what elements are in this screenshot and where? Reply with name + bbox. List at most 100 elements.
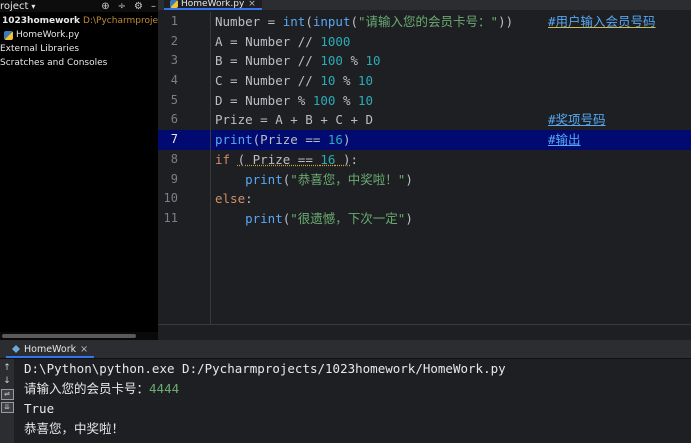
number-literal: 100 — [312, 92, 336, 108]
project-dropdown-icon[interactable]: ▾ — [31, 2, 35, 11]
comment: #用户输入会员号码 — [548, 14, 656, 29]
code-text: Prize = A + B + C + D — [215, 112, 374, 128]
soft-wrap-icon[interactable]: ⇌ — [0, 389, 14, 400]
line-number: 4 — [170, 73, 178, 88]
console-output-line: 恭喜您，中奖啦！ — [24, 421, 125, 436]
code-text: % — [342, 53, 366, 69]
tree-item-scratches[interactable]: Scratches and Consoles — [0, 56, 158, 70]
run-toolbar: ↑ ↓ ⇌ ⇊ — [0, 359, 14, 443]
line-number: 8 — [170, 151, 178, 166]
scroll-down-icon[interactable]: ↓ — [2, 376, 13, 387]
number-literal: 10 — [358, 92, 374, 108]
line-number: 5 — [170, 92, 178, 107]
line-number: 11 — [163, 210, 178, 225]
number-literal: 10 — [365, 53, 381, 69]
project-header[interactable]: roject ▾ ⊕ ÷ ⚙ – — [0, 0, 158, 12]
builtin-print: print — [215, 132, 253, 148]
line-number-active: 7 — [158, 130, 210, 150]
code-editor[interactable]: Number = int(input("请输入您的会员卡号：")) #用户输入会员… — [211, 12, 691, 324]
code-text: % — [335, 73, 358, 89]
code-line-10[interactable]: else: — [211, 189, 691, 209]
project-scrollbar[interactable] — [0, 332, 158, 340]
code-text: ) — [405, 210, 413, 226]
code-text: D = Number % — [215, 92, 313, 108]
scroll-to-end-icon[interactable]: ⇊ — [0, 402, 14, 413]
run-panel: HomeWork × ↑ ↓ ⇌ ⇊ D:\Python\python.exe … — [0, 340, 691, 443]
file-label: HomeWork.py — [16, 30, 80, 40]
project-scrollbar-thumb[interactable] — [2, 334, 136, 338]
console-output[interactable]: D:\Python\python.exe D:/Pycharmprojects/… — [24, 359, 684, 439]
tab-run-homework[interactable]: HomeWork × — [6, 342, 95, 358]
code-line-6[interactable]: Prize = A + B + C + D #奖项号码 — [211, 110, 691, 130]
comment: #输出 — [548, 132, 581, 148]
hide-icon[interactable]: – — [151, 1, 156, 12]
warning-underlined-code: ) — [335, 151, 351, 167]
number-literal: 10 — [358, 73, 374, 89]
console-prompt: 请输入您的会员卡号： — [24, 381, 150, 396]
close-tab-icon[interactable]: × — [248, 0, 256, 9]
close-tab-icon[interactable]: × — [80, 344, 88, 355]
project-title[interactable]: roject — [0, 1, 28, 12]
line-number: 6 — [170, 112, 178, 127]
keyword-else: else — [215, 191, 246, 207]
code-line-7-active[interactable]: print(Prize == 16) #输出 — [211, 130, 691, 150]
code-line-2[interactable]: A = Number // 1000 — [211, 32, 691, 52]
code-text: ) — [405, 171, 413, 187]
tree-item-external-libraries[interactable]: External Libraries — [0, 42, 158, 56]
editor-bottom-area — [158, 324, 691, 341]
run-tabbar: HomeWork × — [0, 340, 691, 359]
line-number-gutter: 1 2 3 4 5 6 7 8 9 10 11 — [158, 12, 211, 324]
python-file-icon — [4, 30, 13, 40]
scroll-up-icon[interactable]: ↑ — [2, 363, 13, 374]
console-command-line: D:\Python\python.exe D:/Pycharmprojects/… — [24, 361, 506, 376]
python-file-icon — [170, 0, 178, 8]
number-literal: 16 — [327, 132, 343, 148]
locate-icon[interactable]: ⊕ — [101, 1, 109, 12]
code-text: % — [335, 92, 358, 108]
code-line-1[interactable]: Number = int(input("请输入您的会员卡号：")) #用户输入会员… — [211, 12, 691, 32]
code-text: A = Number // — [215, 33, 321, 49]
code-line-5[interactable]: D = Number % 100 % 10 — [211, 91, 691, 111]
line-number: 1 — [170, 14, 178, 28]
gear-icon[interactable]: ⚙ — [134, 1, 143, 12]
warning-underlined-code: ( Prize == — [237, 151, 321, 167]
code-text: Number = — [215, 14, 283, 29]
code-line-9[interactable]: print("恭喜您，中奖啦！") — [211, 170, 691, 190]
code-text: ( — [350, 14, 359, 29]
string-literal: "请输入您的会员卡号：" — [358, 14, 499, 29]
tree-item-homework-py[interactable]: HomeWork.py — [0, 28, 158, 42]
number-literal: 10 — [320, 73, 336, 89]
code-text: ) — [342, 132, 351, 148]
code-line-8[interactable]: if ( Prize == 16 ): — [211, 150, 691, 170]
builtin-print: print — [245, 210, 283, 226]
tab-label: HomeWork.py — [181, 0, 245, 9]
project-root-path: D:\Pycharmprojects\ — [83, 16, 158, 26]
scratches-label: Scratches and Consoles — [0, 58, 108, 68]
project-root-label: 1023homework — [2, 16, 81, 26]
code-line-11[interactable]: print("很遗憾，下次一定") — [211, 209, 691, 229]
tab-homework-py[interactable]: HomeWork.py × — [164, 0, 262, 10]
string-literal: "恭喜您，中奖啦！" — [290, 171, 406, 187]
code-text: C = Number // — [215, 73, 321, 89]
code-text: (Prize == — [252, 132, 328, 148]
project-panel: roject ▾ ⊕ ÷ ⚙ – 1023homework D:\Pycharm… — [0, 0, 158, 340]
run-tab-label: HomeWork — [24, 343, 77, 355]
builtin-print: print — [245, 171, 283, 187]
code-line-3[interactable]: B = Number // 100 % 10 — [211, 51, 691, 71]
code-text: B = Number // — [215, 53, 321, 69]
keyword-if: if — [215, 151, 231, 167]
console-user-input: 4444 — [149, 381, 180, 396]
collapse-icon[interactable]: ÷ — [118, 1, 126, 12]
code-text: )) — [498, 14, 514, 29]
python-run-icon — [12, 345, 20, 353]
console-result-line: True — [24, 401, 55, 416]
builtin-input: input — [312, 14, 351, 29]
external-libraries-label: External Libraries — [0, 44, 80, 54]
tree-item-project-root[interactable]: 1023homework D:\Pycharmprojects\ — [0, 14, 158, 28]
code-line-4[interactable]: C = Number // 10 % 10 — [211, 71, 691, 91]
line-number: 10 — [163, 191, 178, 206]
editor-tabbar: HomeWork.py × — [158, 0, 691, 10]
number-literal: 16 — [320, 151, 336, 167]
